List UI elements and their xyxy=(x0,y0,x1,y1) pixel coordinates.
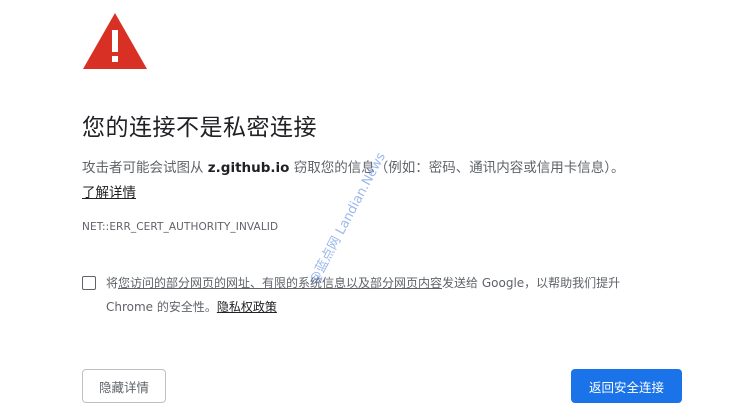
warning-triangle-icon xyxy=(83,13,147,69)
hide-details-button[interactable]: 隐藏详情 xyxy=(82,369,166,403)
back-to-safety-button[interactable]: 返回安全连接 xyxy=(571,369,682,403)
extended-reporting-checkbox[interactable] xyxy=(82,276,96,290)
optin-data-link[interactable]: 您访问的部分网页的网址、有限的系统信息以及部分网页内容 xyxy=(118,276,442,290)
optin-text-line2: Chrome 的安全性。隐私权政策 xyxy=(106,298,277,316)
warning-description: 攻击者可能会试图从 z.github.io 窃取您的信息（例如：密码、通讯内容或… xyxy=(82,158,625,178)
learn-more-link[interactable]: 了解详情 xyxy=(82,181,136,201)
optin-line2-prefix: Chrome 的安全性。 xyxy=(106,300,217,314)
description-prefix: 攻击者可能会试图从 xyxy=(82,160,208,176)
domain-name: z.github.io xyxy=(207,160,290,176)
page-title: 您的连接不是私密连接 xyxy=(82,115,317,141)
privacy-policy-link[interactable]: 隐私权政策 xyxy=(217,300,277,314)
error-code: NET::ERR_CERT_AUTHORITY_INVALID xyxy=(82,221,279,233)
description-suffix: 窃取您的信息（例如：密码、通讯内容或信用卡信息）。 xyxy=(289,160,625,176)
optin-text-line1: 将您访问的部分网页的网址、有限的系统信息以及部分网页内容发送给 Google，以… xyxy=(106,274,620,292)
interstitial-page: 您的连接不是私密连接 攻击者可能会试图从 z.github.io 窃取您的信息（… xyxy=(0,0,751,418)
optin-prefix: 将 xyxy=(106,276,119,290)
optin-suffix: 发送给 Google，以帮助我们提升 xyxy=(442,276,621,290)
